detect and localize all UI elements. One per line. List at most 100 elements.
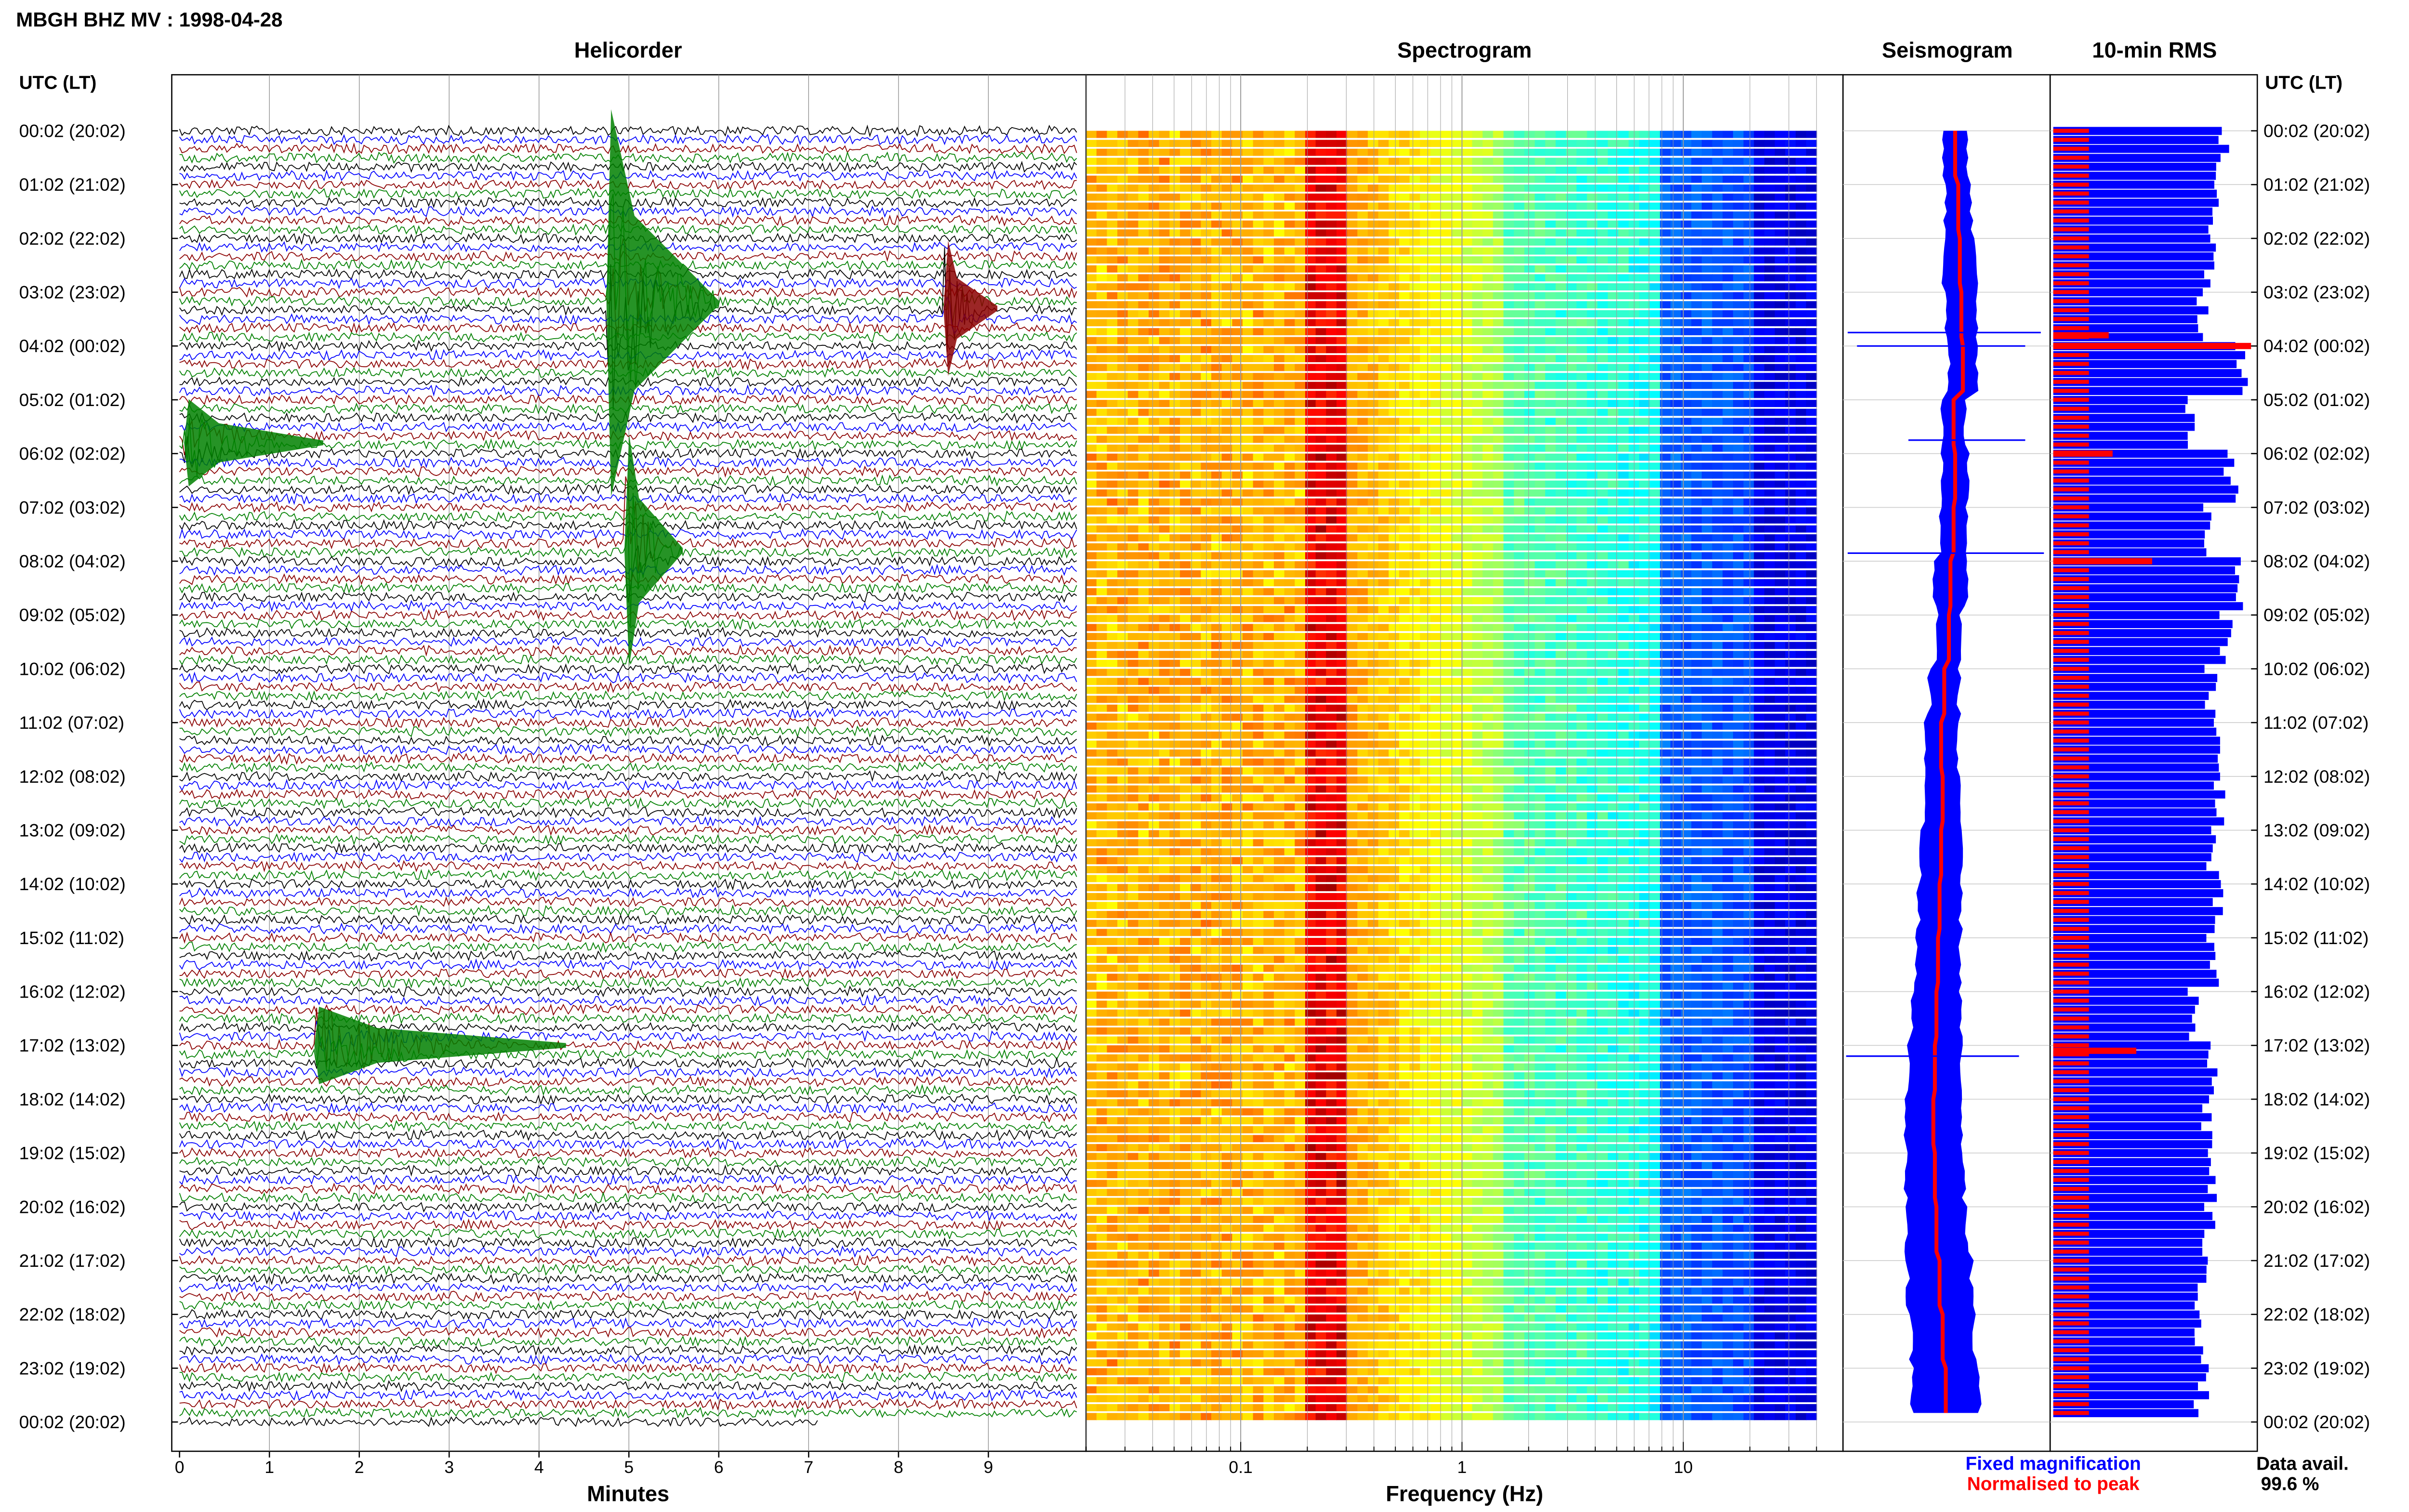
spectrogram-cell: [1169, 633, 1181, 641]
spectrogram-cell: [1295, 373, 1306, 381]
spectrogram-cell: [1555, 211, 1567, 219]
spectrogram-cell: [1702, 193, 1713, 201]
spectrogram-cell: [1503, 184, 1515, 192]
spectrogram-cell: [1430, 489, 1442, 497]
spectrogram-cell: [1681, 579, 1692, 587]
spectrogram-cell: [1127, 319, 1139, 327]
spectrogram-cell: [1618, 731, 1629, 739]
spectrogram-cell: [1221, 229, 1233, 237]
spectrogram-cell: [1159, 238, 1170, 246]
spectrogram-cell: [1326, 480, 1337, 488]
spectrogram-cell: [1764, 301, 1775, 309]
spectrogram-cell: [1326, 274, 1337, 282]
spectrogram-cell: [1211, 148, 1222, 156]
spectrogram-cell: [1493, 364, 1504, 371]
spectrogram-cell: [1295, 158, 1306, 165]
spectrogram-cell: [1785, 704, 1796, 712]
spectrogram-cell: [1649, 292, 1661, 300]
spectrogram-cell: [1326, 381, 1337, 389]
spectrogram-cell: [1691, 364, 1702, 371]
spectrogram-cell: [1263, 283, 1274, 290]
spectrogram-cell: [1503, 310, 1515, 317]
spectrogram-cell: [1336, 444, 1348, 452]
spectrogram-cell: [1357, 148, 1368, 156]
spectrogram-cell: [1159, 453, 1170, 461]
spectrogram-cell: [1190, 543, 1202, 551]
spectrogram-cell: [1305, 202, 1316, 210]
spectrogram-cell: [1545, 337, 1556, 344]
spectrogram-cell: [1211, 606, 1222, 614]
spectrogram-cell: [1743, 579, 1755, 587]
spectrogram-cell: [1211, 579, 1222, 587]
spectrogram-cell: [1503, 686, 1515, 694]
spectrogram-cell: [1754, 400, 1765, 408]
spectrogram-cell: [1472, 480, 1483, 488]
spectrogram-cell: [1127, 731, 1139, 739]
spectrogram-cell: [1232, 633, 1243, 641]
spectrogram-cell: [1180, 713, 1191, 721]
spectrogram-cell: [1159, 713, 1170, 721]
spectrogram-cell: [1211, 543, 1222, 551]
spectrogram-cell: [1535, 274, 1546, 282]
spectrogram-cell: [1107, 651, 1118, 658]
spectrogram-cell: [1493, 507, 1504, 515]
spectrogram-cell: [1127, 704, 1139, 712]
spectrogram-cell: [1117, 265, 1128, 273]
spectrogram-cell: [1535, 731, 1546, 739]
spectrogram-cell: [1243, 489, 1254, 497]
spectrogram-cell: [1754, 274, 1765, 282]
helicorder-trace: [179, 734, 1077, 747]
spectrogram-cell: [1347, 642, 1358, 649]
spectrogram-cell: [1524, 265, 1535, 273]
spectrogram-cell: [1743, 346, 1755, 354]
spectrogram-cell: [1389, 408, 1400, 416]
spectrogram-cell: [1221, 166, 1233, 174]
spectrogram-cell: [1441, 597, 1452, 605]
spectrogram-cell: [1190, 462, 1202, 470]
spectrogram-cell: [1482, 274, 1494, 282]
spectrogram-cell: [1743, 355, 1755, 362]
spectrogram-cell: [1180, 408, 1191, 416]
spectrogram-cell: [1389, 606, 1400, 614]
spectrogram-cell: [1712, 373, 1723, 381]
spectrogram-cell: [1649, 686, 1661, 694]
spectrogram-cell: [1138, 319, 1150, 327]
spectrogram-cell: [1806, 561, 1817, 568]
spectrogram-cell: [1754, 346, 1765, 354]
spectrogram-cell: [1722, 346, 1734, 354]
spectrogram-cell: [1451, 588, 1462, 595]
spectrogram-cell: [1107, 364, 1118, 371]
spectrogram-cell: [1702, 158, 1713, 165]
spectrogram-cell: [1691, 140, 1702, 147]
spectrogram-cell: [1795, 552, 1807, 560]
spectrogram-cell: [1597, 364, 1609, 371]
spectrogram-cell: [1587, 606, 1598, 614]
spectrogram-cell: [1399, 678, 1410, 685]
spectrogram-cell: [1284, 346, 1296, 354]
spectrogram-cell: [1086, 229, 1097, 237]
spectrogram-cell: [1336, 184, 1348, 192]
spectrogram-cell: [1127, 686, 1139, 694]
spectrogram-cell: [1190, 418, 1202, 425]
spectrogram-cell: [1472, 229, 1483, 237]
spectrogram-cell: [1472, 642, 1483, 649]
spectrogram-cell: [1389, 498, 1400, 506]
spectrogram-cell: [1409, 131, 1421, 138]
spectrogram-cell: [1315, 498, 1327, 506]
spectrogram-cell: [1284, 678, 1296, 685]
spectrogram-cell: [1649, 193, 1661, 201]
spectrogram-cell: [1691, 731, 1702, 739]
spectrogram-cell: [1472, 220, 1483, 228]
spectrogram-cell: [1482, 597, 1494, 605]
spectrogram-cell: [1576, 624, 1588, 631]
spectrogram-cell: [1169, 328, 1181, 336]
spectrogram-cell: [1576, 202, 1588, 210]
spectrogram-cell: [1347, 704, 1358, 712]
spectrogram-cell: [1273, 471, 1285, 479]
spectrogram-cell: [1357, 184, 1368, 192]
spectrogram-cell: [1389, 310, 1400, 317]
spectrogram-cell: [1535, 579, 1546, 587]
spectrogram-cell: [1608, 310, 1619, 317]
spectrogram-cell: [1243, 229, 1254, 237]
spectrogram-cell: [1326, 696, 1337, 703]
